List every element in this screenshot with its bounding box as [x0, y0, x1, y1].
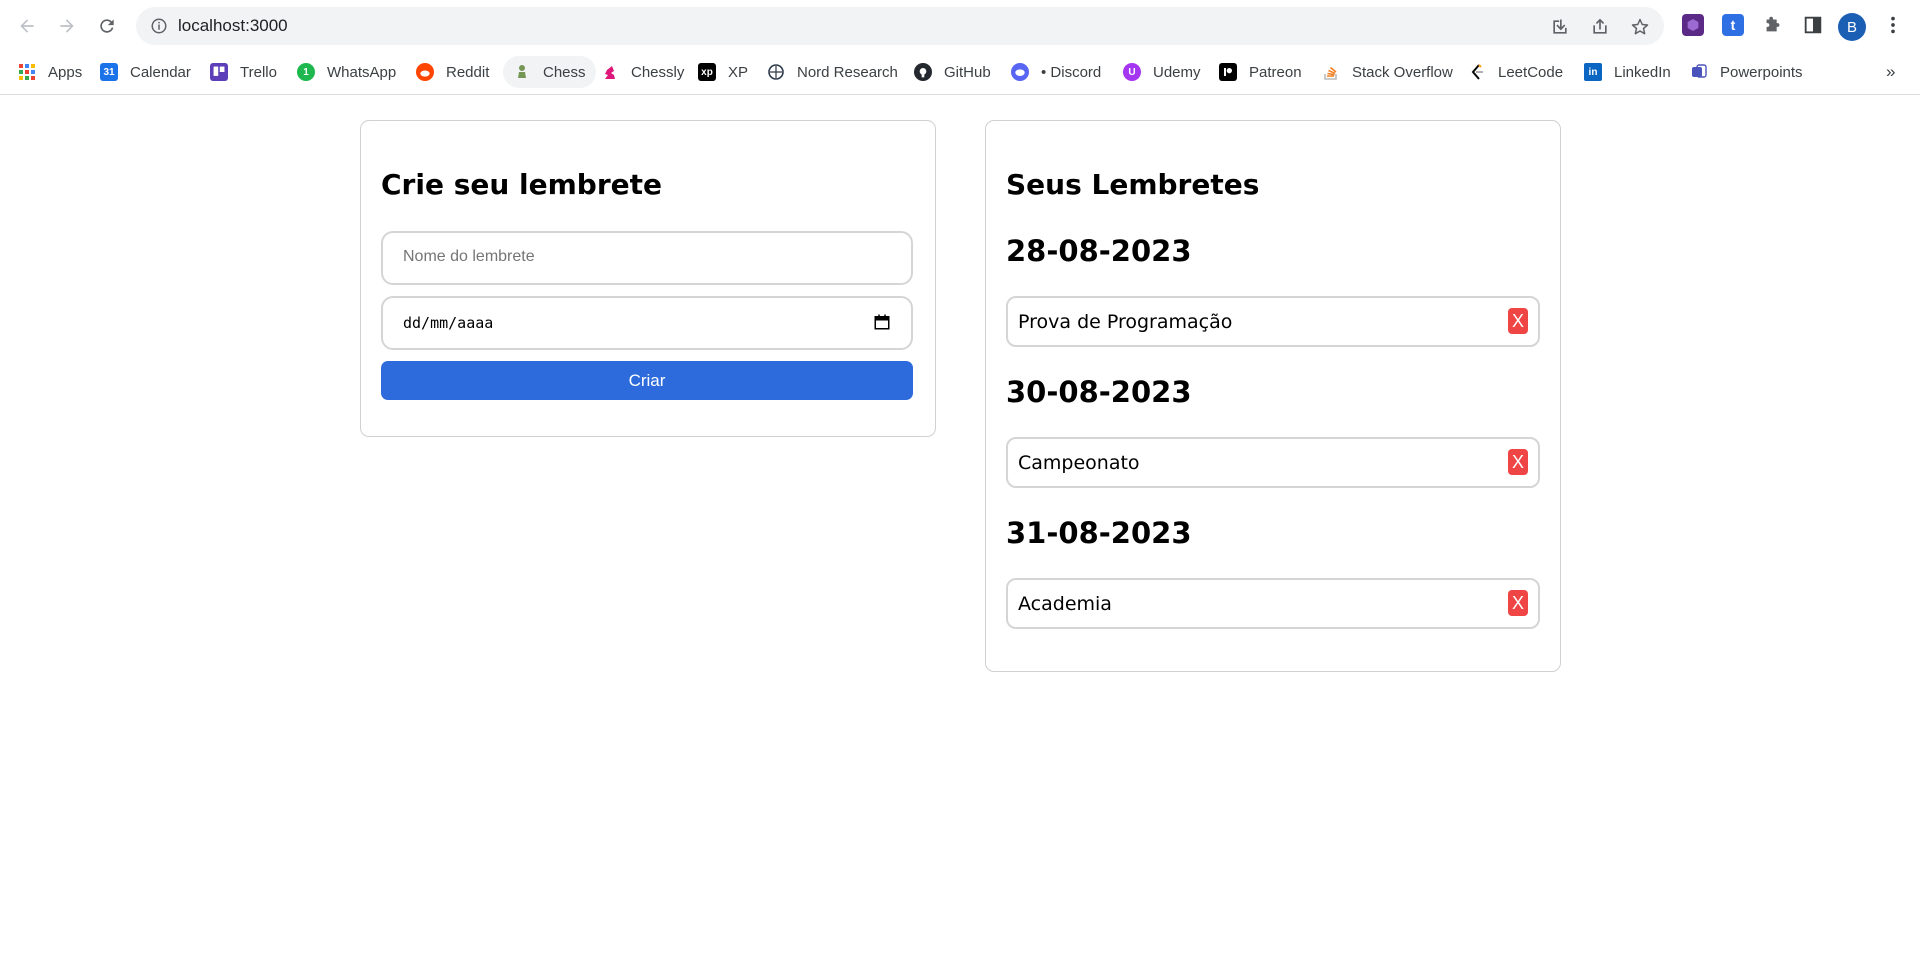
site-info-icon[interactable] [150, 17, 168, 35]
reminder-item: Academia X [1006, 578, 1540, 629]
bookmark-discord[interactable]: • Discord [1011, 56, 1101, 88]
bookmarks-bar: Apps 31 Calendar Trello 1 WhatsApp Reddi… [0, 56, 1920, 88]
bookmark-patreon[interactable]: Patreon [1219, 56, 1302, 88]
patreon-icon [1219, 63, 1237, 81]
reminder-item: Campeonato X [1006, 437, 1540, 488]
calendar-icon: 31 [100, 63, 118, 81]
bookmark-whatsapp[interactable]: 1 WhatsApp [297, 56, 396, 88]
reminder-name-placeholder: Nome do lembrete [403, 248, 535, 265]
bookmark-label: Chessly [631, 63, 685, 81]
reminder-name: Campeonato [1018, 452, 1140, 474]
bookmark-stack-overflow[interactable]: Stack Overflow [1322, 56, 1453, 88]
toolbar-divider [0, 94, 1920, 95]
stackoverflow-icon [1322, 63, 1340, 81]
bookmark-label: Nord Research [797, 63, 898, 81]
extensions-puzzle-icon[interactable] [1762, 14, 1784, 36]
reminder-date-placeholder: dd/mm/aaaa [403, 314, 494, 332]
bookmark-label: Powerpoints [1720, 63, 1803, 81]
forward-arrow-icon [60, 19, 74, 33]
date-group-heading: 30-08-2023 [1006, 375, 1192, 409]
bookmark-apps[interactable]: Apps [18, 56, 82, 88]
reminder-name-input[interactable]: Nome do lembrete [381, 231, 913, 285]
bookmark-label: LinkedIn [1614, 63, 1671, 81]
bookmark-label: XP [728, 63, 749, 81]
powerpoint-icon [1690, 63, 1708, 81]
bookmark-trello[interactable]: Trello [210, 56, 277, 88]
apps-grid-icon [18, 63, 36, 81]
reminder-name: Academia [1018, 593, 1112, 615]
delete-reminder-button[interactable]: X [1508, 590, 1528, 616]
calendar-picker-icon[interactable] [873, 313, 891, 331]
discord-icon [1011, 63, 1029, 81]
bookmark-chessly[interactable]: Chessly [601, 56, 684, 88]
bookmark-label: • Discord [1041, 63, 1102, 81]
bookmark-star-icon[interactable] [1630, 17, 1650, 37]
cube-icon [1687, 19, 1699, 31]
reddit-icon [416, 63, 434, 81]
bookmark-label: Stack Overflow [1352, 63, 1453, 81]
chess-pawn-icon [513, 63, 531, 81]
bookmark-linkedin[interactable]: in LinkedIn [1584, 56, 1671, 88]
bookmark-udemy[interactable]: U Udemy [1123, 56, 1201, 88]
side-panel-icon[interactable] [1802, 14, 1824, 36]
bookmark-label: GitHub [944, 63, 991, 81]
browser-toolbar: localhost:3000 t B [0, 0, 1920, 46]
bookmark-label: LeetCode [1498, 63, 1564, 81]
bookmark-calendar[interactable]: 31 Calendar [100, 56, 191, 88]
back-button[interactable] [12, 11, 42, 41]
linkedin-icon: in [1584, 63, 1602, 81]
bookmark-label: Calendar [130, 63, 191, 81]
reminder-date-input[interactable]: dd/mm/aaaa [381, 296, 913, 350]
reload-icon [100, 19, 114, 33]
bookmark-label: Trello [240, 63, 277, 81]
list-title: Seus Lembretes [1006, 168, 1260, 201]
back-arrow-icon [20, 19, 34, 33]
udemy-icon: U [1123, 63, 1141, 81]
url-text[interactable]: localhost:3000 [178, 16, 288, 36]
bookmark-label: Patreon [1249, 63, 1302, 81]
whatsapp-icon: 1 [297, 63, 315, 81]
bookmark-powerpoints[interactable]: Powerpoints [1690, 56, 1803, 88]
menu-kebab-icon[interactable] [1882, 14, 1904, 36]
reload-button[interactable] [92, 11, 122, 41]
bookmark-leetcode[interactable]: LeetCode [1468, 56, 1563, 88]
bookmark-nord-research[interactable]: Nord Research [767, 56, 898, 88]
chessly-knight-icon [601, 63, 619, 81]
bookmark-reddit[interactable]: Reddit [416, 56, 489, 88]
bookmark-label: WhatsApp [327, 63, 397, 81]
delete-reminder-button[interactable]: X [1508, 449, 1528, 475]
reminder-name: Prova de Programação [1018, 311, 1233, 333]
bookmark-label: Reddit [446, 63, 490, 81]
bookmark-github[interactable]: GitHub [914, 56, 991, 88]
create-button[interactable]: Criar [381, 361, 913, 400]
date-group-heading: 28-08-2023 [1006, 234, 1192, 268]
nord-research-icon [767, 63, 785, 81]
date-group-heading: 31-08-2023 [1006, 516, 1192, 550]
extension-blue-icon[interactable]: t [1722, 14, 1744, 36]
more-bookmarks-button[interactable]: » [1886, 56, 1895, 88]
reminder-item: Prova de Programação X [1006, 296, 1540, 347]
extension-purple-icon[interactable] [1682, 14, 1704, 36]
create-reminder-card: Crie seu lembrete Nome do lembrete dd/mm… [360, 120, 936, 437]
bookmark-label: Chess [543, 63, 586, 81]
install-app-icon[interactable] [1550, 17, 1570, 37]
create-title: Crie seu lembrete [381, 168, 663, 201]
bookmark-label: Apps [48, 63, 83, 81]
profile-avatar[interactable]: B [1838, 13, 1866, 41]
bookmark-label: Udemy [1153, 63, 1201, 81]
bookmark-xp[interactable]: xp XP [698, 56, 748, 88]
address-bar[interactable]: localhost:3000 [136, 7, 1664, 45]
forward-button[interactable] [52, 11, 82, 41]
share-icon[interactable] [1590, 17, 1610, 37]
bookmark-chess[interactable]: Chess [503, 56, 596, 88]
xp-icon: xp [698, 63, 716, 81]
github-icon [914, 63, 932, 81]
trello-icon [210, 63, 228, 81]
delete-reminder-button[interactable]: X [1508, 308, 1528, 334]
reminders-list-card: Seus Lembretes 28-08-2023 Prova de Progr… [985, 120, 1561, 672]
leetcode-icon [1468, 63, 1486, 81]
